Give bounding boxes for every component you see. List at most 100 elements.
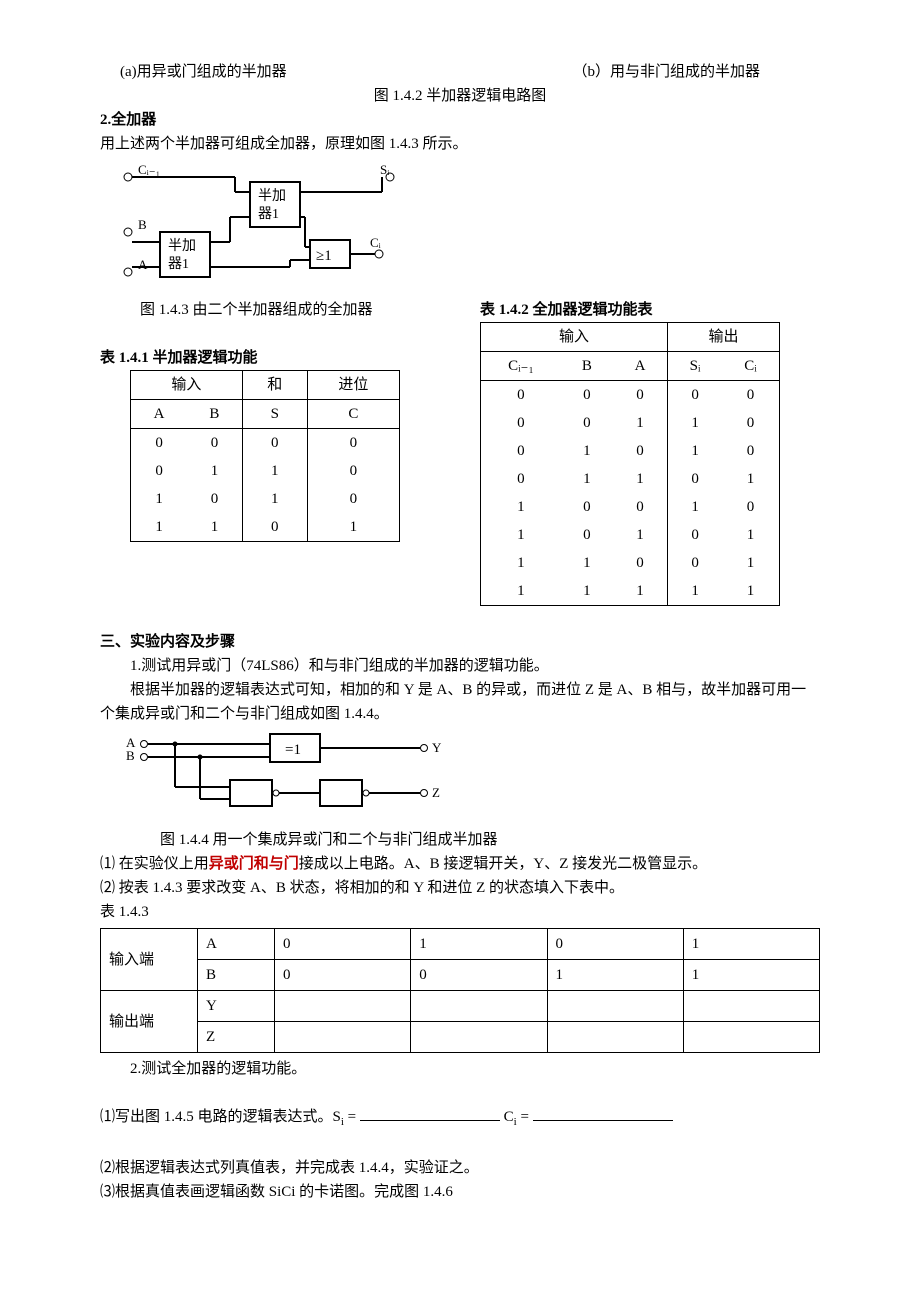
t143-val: 1 (411, 929, 547, 960)
t142-cell: 1 (613, 521, 668, 549)
t142-cell: 0 (722, 493, 779, 521)
section-2-title: 2.全加器 (100, 108, 820, 132)
t142-cell: 1 (481, 577, 561, 606)
half-adder-svg: A B =1 Y Z (120, 732, 480, 822)
step2-item1-mid: = (344, 1109, 360, 1125)
t142-cell: 1 (561, 549, 613, 577)
t142-cell: 1 (668, 577, 722, 606)
t143-sym: Z (198, 1022, 275, 1053)
t143-val: 0 (411, 960, 547, 991)
t143-sym: B (198, 960, 275, 991)
t142-cell: 1 (722, 465, 779, 493)
t142-cell: 0 (722, 409, 779, 437)
block-ha1a-l1: 半加 (168, 238, 196, 254)
t142-cell: 0 (561, 521, 613, 549)
t143-val: 0 (547, 929, 683, 960)
t141-cell: 1 (131, 485, 188, 513)
t142-cell: 0 (561, 381, 613, 410)
t143-val: 1 (683, 929, 819, 960)
t141-cell: 1 (242, 485, 307, 513)
table-143-label: 表 1.4.3 (100, 900, 820, 924)
t142-cell: 0 (722, 381, 779, 410)
t142-cell: 0 (613, 493, 668, 521)
step1-item1-red: 异或门和与门 (209, 856, 299, 872)
pin-b-144: B (126, 748, 135, 763)
step2-item1-eq: = (517, 1109, 533, 1125)
pin-a: A (138, 257, 148, 272)
or-gate-label: ≥1 (316, 248, 332, 264)
t141-cell: 0 (242, 513, 307, 542)
table-141: 输入 和 进位 A B S C 0000011010101101 (130, 370, 400, 542)
t141-cell: 0 (131, 457, 188, 485)
t142-cell: 0 (668, 465, 722, 493)
t142-cell: 0 (613, 381, 668, 410)
t141-h-a: A (131, 400, 188, 429)
t143-val (683, 1022, 819, 1053)
block-ha1a-l2: 器1 (168, 257, 189, 272)
t143-group: 输出端 (101, 991, 198, 1053)
t143-val: 1 (683, 960, 819, 991)
table-142-title: 表 1.4.2 全加器逻辑功能表 (480, 298, 820, 322)
t143-sym: Y (198, 991, 275, 1022)
full-adder-svg: Cᵢ₋₁ B A 半加 器1 半加 器1 ≥1 Sᵢ Cᵢ (120, 162, 420, 292)
t142-cell: 1 (561, 577, 613, 606)
t142-cell: 1 (668, 409, 722, 437)
step2-item1-pre: ⑴写出图 1.4.5 电路的逻辑表达式。S (100, 1109, 341, 1125)
t142-cell: 0 (561, 493, 613, 521)
t142-cell: 1 (722, 521, 779, 549)
t142-cell: 0 (561, 409, 613, 437)
fig-143-caption: 图 1.4.3 由二个半加器组成的全加器 (140, 298, 440, 322)
t143-val: 0 (275, 929, 411, 960)
t142-cell: 1 (561, 437, 613, 465)
t142-h-a: A (613, 352, 668, 381)
t142-cell: 1 (481, 521, 561, 549)
table-141-title: 表 1.4.1 半加器逻辑功能 (100, 346, 440, 370)
t142-h-ci1: Cᵢ₋₁ (481, 352, 561, 381)
table-142: 输入 输出 Cᵢ₋₁ B A Sᵢ Cᵢ 0000000110010100110… (480, 322, 780, 606)
t141-h-s: S (242, 400, 307, 429)
t142-cell: 1 (613, 465, 668, 493)
pin-ci-1: Cᵢ₋₁ (138, 162, 160, 177)
t142-cell: 1 (668, 493, 722, 521)
t142-cell: 0 (668, 381, 722, 410)
fig-142-caption: 图 1.4.2 半加器逻辑电路图 (100, 84, 820, 108)
t141-cell: 1 (187, 513, 242, 542)
t142-cell: 0 (481, 465, 561, 493)
t142-cell: 0 (613, 437, 668, 465)
t141-cell: 0 (307, 457, 399, 485)
t142-cell: 1 (613, 577, 668, 606)
step2-item1-c: C (504, 1109, 514, 1125)
t141-h-sum: 和 (242, 371, 307, 400)
pin-z: Z (432, 785, 440, 800)
step1-p1: 根据半加器的逻辑表达式可知，相加的和 Y 是 A、B 的异或，而进位 Z 是 A… (100, 678, 820, 726)
figure-143-diagram: Cᵢ₋₁ B A 半加 器1 半加 器1 ≥1 Sᵢ Cᵢ (120, 162, 820, 292)
t142-h-si: Sᵢ (668, 352, 722, 381)
t141-cell: 0 (307, 485, 399, 513)
t142-cell: 1 (481, 549, 561, 577)
t142-cell: 1 (613, 409, 668, 437)
blank-si (360, 1105, 500, 1121)
t142-h-input: 输入 (481, 323, 668, 352)
t141-cell: 1 (131, 513, 188, 542)
block-ha1b-l1: 半加 (258, 188, 286, 204)
t142-cell: 1 (722, 577, 779, 606)
t141-cell: 0 (307, 429, 399, 458)
t142-cell: 0 (481, 381, 561, 410)
t142-cell: 1 (722, 549, 779, 577)
t143-val (547, 1022, 683, 1053)
step2-title: 2.测试全加器的逻辑功能。 (100, 1057, 820, 1081)
blank-ci (533, 1105, 673, 1121)
t143-val: 1 (547, 960, 683, 991)
t143-val (275, 991, 411, 1022)
t142-cell: 1 (561, 465, 613, 493)
t141-cell: 1 (242, 457, 307, 485)
step2-item1: ⑴写出图 1.4.5 电路的逻辑表达式。Si = Ci = (100, 1105, 820, 1132)
t141-h-c: C (307, 400, 399, 429)
t142-cell: 1 (481, 493, 561, 521)
t141-cell: 0 (187, 429, 242, 458)
t142-h-b: B (561, 352, 613, 381)
t142-cell: 0 (481, 437, 561, 465)
t141-h-carry: 进位 (307, 371, 399, 400)
t143-val (411, 991, 547, 1022)
t142-h-output: 输出 (668, 323, 780, 352)
